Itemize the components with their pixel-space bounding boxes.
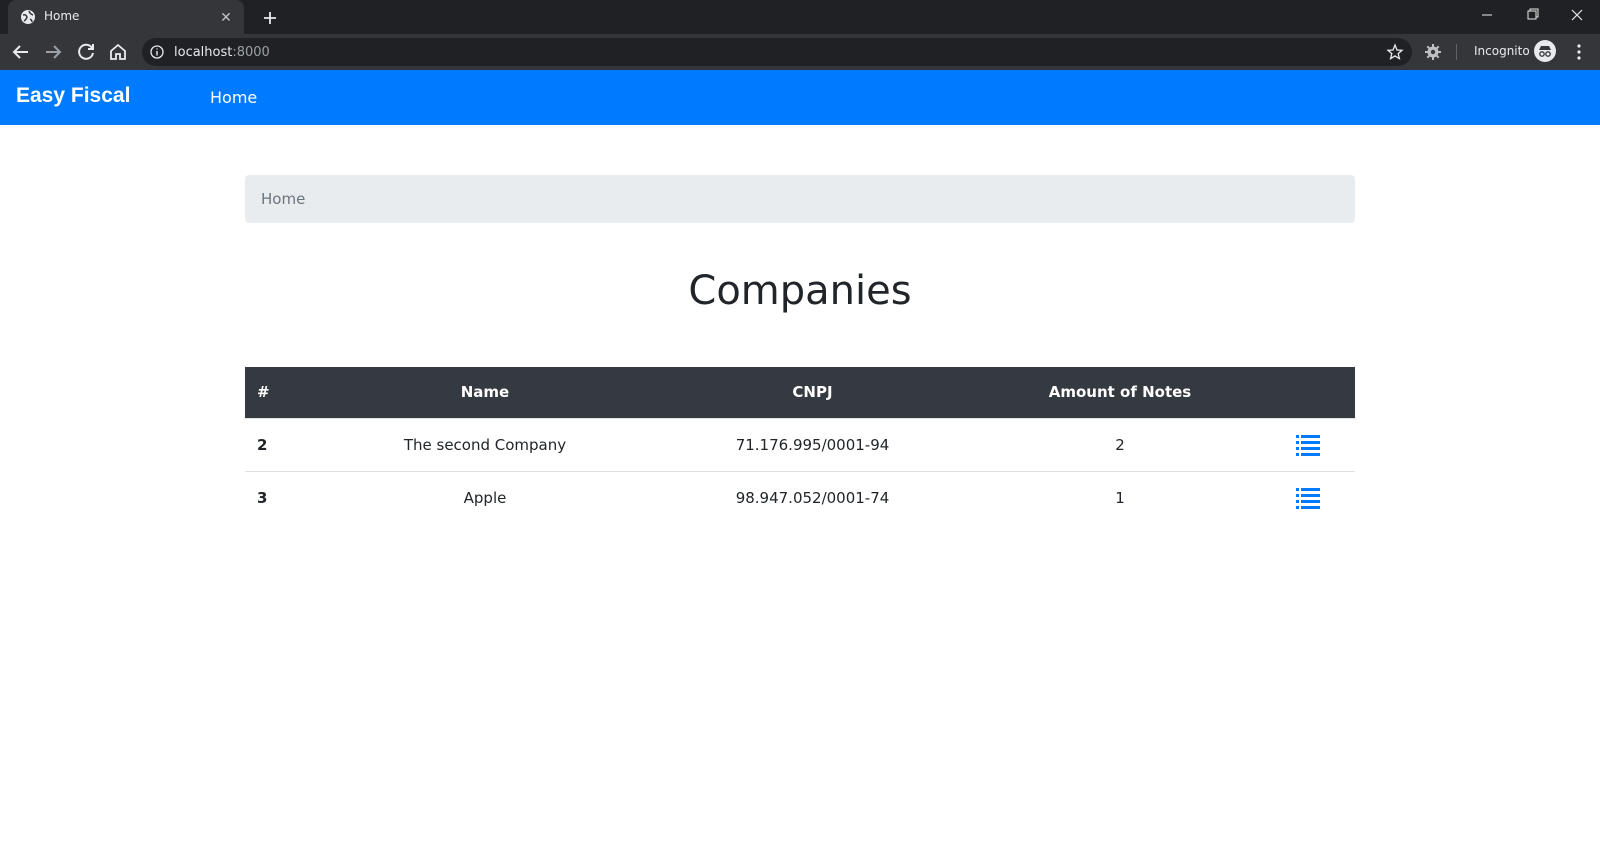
tab-title: Home — [44, 9, 80, 23]
cell-cnpj: 98.947.052/0001-74 — [645, 470, 980, 524]
browser-tabstrip: Home ✕ — [0, 0, 1600, 34]
window-close-icon[interactable] — [1554, 0, 1600, 30]
reload-icon[interactable] — [73, 39, 99, 65]
brand-logo[interactable]: Easy Fiscal — [16, 84, 130, 108]
cell-cnpj: 71.176.995/0001-94 — [645, 417, 980, 471]
cell-amount-of-notes: 1 — [980, 470, 1260, 524]
back-arrow-icon[interactable] — [8, 39, 34, 65]
breadcrumb: Home — [245, 175, 1355, 223]
cell-name: The second Company — [325, 417, 645, 471]
toolbar-separator — [1456, 44, 1457, 60]
column-header-cnpj: CNPJ — [645, 367, 980, 418]
forward-arrow-icon[interactable] — [40, 39, 66, 65]
table-header-row: # Name CNPJ Amount of Notes — [245, 367, 1355, 418]
table-row: 2 The second Company 71.176.995/0001-94 … — [245, 417, 1355, 471]
incognito-label[interactable]: Incognito — [1474, 44, 1530, 58]
cell-actions — [1260, 470, 1355, 524]
url-port: :8000 — [232, 45, 270, 60]
minimize-icon[interactable] — [1464, 0, 1510, 30]
companies-table: # Name CNPJ Amount of Notes 2 The second… — [245, 367, 1355, 524]
cell-id: 3 — [245, 470, 325, 524]
home-icon[interactable] — [105, 39, 131, 65]
column-header-name: Name — [325, 367, 645, 418]
star-icon[interactable] — [1386, 43, 1404, 61]
cell-actions — [1260, 417, 1355, 471]
globe-icon — [20, 9, 36, 25]
info-icon[interactable] — [150, 45, 164, 59]
table-row: 3 Apple 98.947.052/0001-74 1 — [245, 470, 1355, 524]
extension-gear-icon[interactable] — [1424, 43, 1442, 61]
column-header-actions — [1260, 367, 1355, 418]
browser-toolbar: localhost:8000 Incognito — [0, 34, 1600, 70]
address-bar[interactable]: localhost:8000 — [142, 38, 1412, 66]
close-icon[interactable]: ✕ — [218, 9, 234, 25]
more-menu-icon[interactable] — [1572, 42, 1586, 62]
browser-tab-home[interactable]: Home ✕ — [8, 0, 244, 34]
breadcrumb-item-home: Home — [261, 190, 306, 208]
column-header-amount-of-notes: Amount of Notes — [980, 367, 1260, 418]
restore-icon[interactable] — [1510, 0, 1556, 30]
column-header-id: # — [245, 367, 325, 418]
nav-link-home[interactable]: Home — [210, 88, 257, 107]
app-navbar: Easy Fiscal Home — [0, 70, 1600, 125]
list-icon[interactable] — [1295, 487, 1320, 509]
url-host: localhost — [174, 45, 233, 60]
new-tab-plus-icon[interactable] — [258, 6, 282, 30]
cell-name: Apple — [325, 470, 645, 524]
cell-id: 2 — [245, 417, 325, 471]
incognito-icon[interactable] — [1534, 40, 1556, 62]
url-text: localhost:8000 — [174, 45, 270, 60]
list-icon[interactable] — [1295, 434, 1320, 456]
page-title: Companies — [688, 268, 912, 314]
cell-amount-of-notes: 2 — [980, 417, 1260, 471]
